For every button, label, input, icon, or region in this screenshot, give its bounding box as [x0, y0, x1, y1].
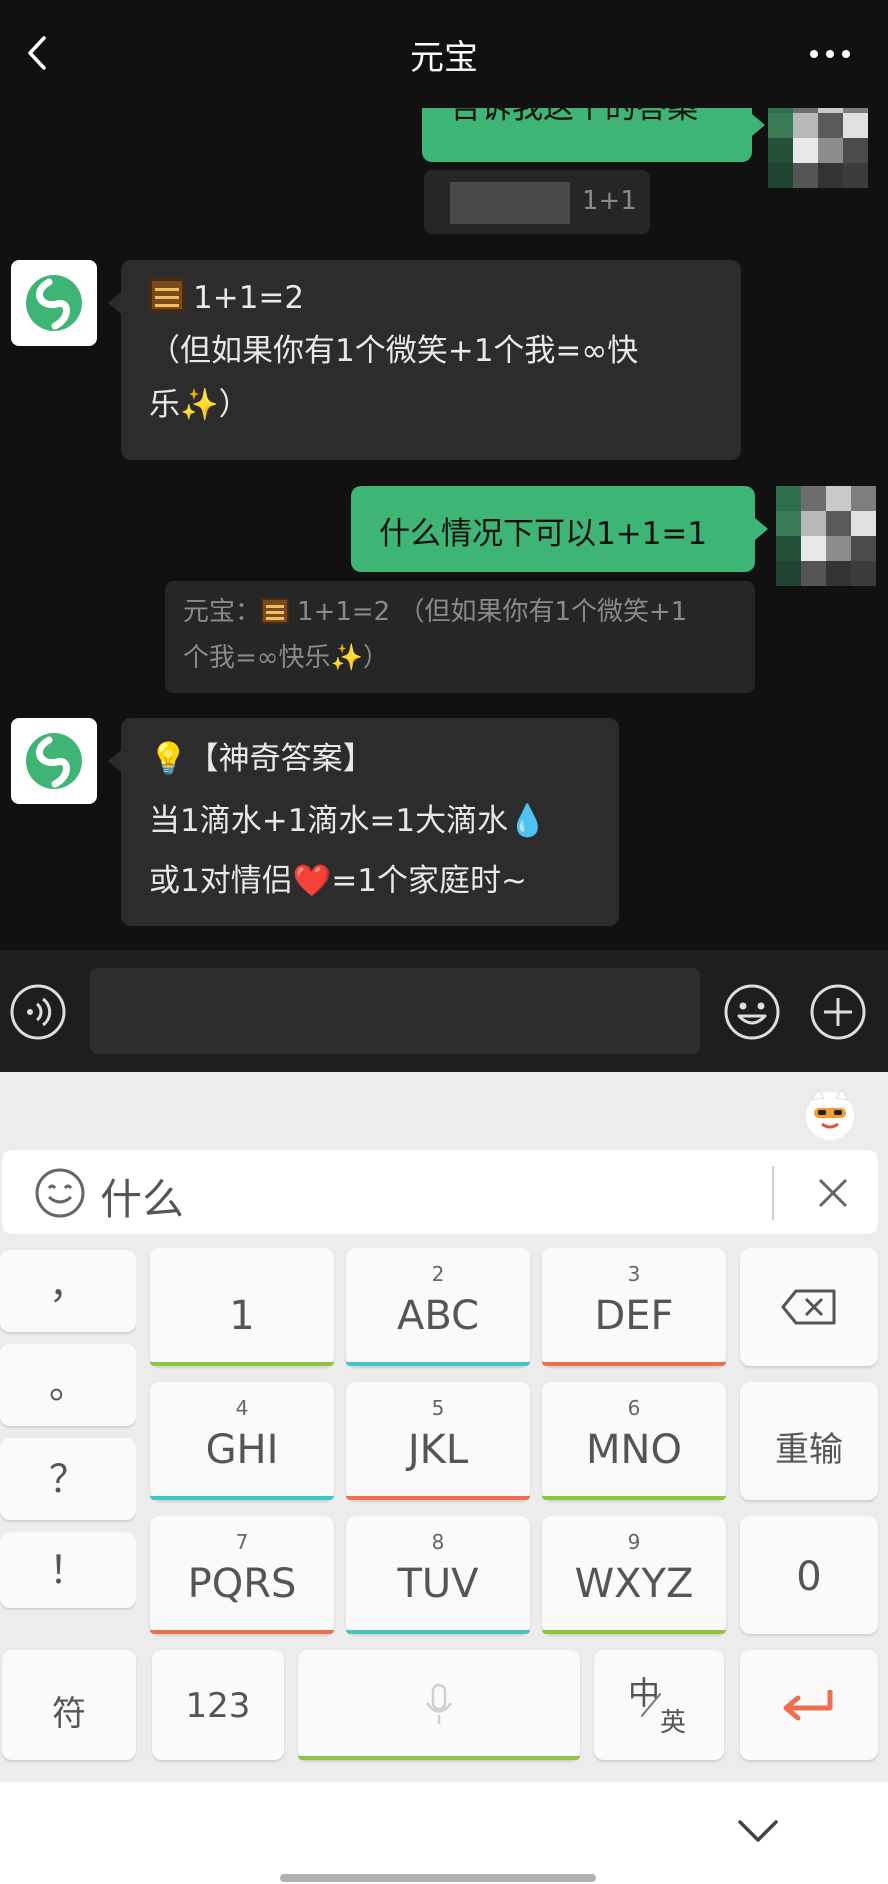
key-jkl[interactable]: 5 JKL	[346, 1382, 530, 1500]
message-text: 什么情况下可以1+1=1	[379, 516, 708, 552]
key-1[interactable]: 1	[150, 1248, 334, 1366]
nav-bar: 元宝	[0, 0, 888, 108]
bubble-tail	[752, 114, 765, 136]
yuanbao-logo-icon	[26, 733, 82, 789]
emoji-icon[interactable]	[34, 1167, 86, 1219]
key-tuv[interactable]: 8 TUV	[346, 1516, 530, 1634]
quote-text: 1+1	[582, 186, 637, 216]
language-switch-key[interactable]: 中 英	[594, 1650, 724, 1760]
quoted-message[interactable]: 元宝： 1+1=2 （但如果你有1个微笑+1 个我=∞快乐✨）	[165, 581, 755, 693]
bot-message-bubble[interactable]: 1+1=2 （但如果你有1个微笑+1个我=∞快 乐✨）	[121, 260, 741, 460]
yuanbao-avatar[interactable]	[11, 718, 97, 804]
quoted-message[interactable]: 1+1	[424, 170, 650, 234]
zero-key[interactable]: 0	[740, 1516, 878, 1634]
yuanbao-avatar[interactable]	[11, 260, 97, 346]
message-line: 当1滴水+1滴水=1大滴水💧	[149, 803, 547, 839]
keyboard-bottom-bar	[0, 1782, 888, 1884]
reenter-key[interactable]: 重输	[740, 1382, 878, 1500]
message-line: （但如果你有1个微笑+1个我=∞快	[149, 333, 639, 369]
emoji-icon[interactable]	[722, 982, 782, 1042]
bubble-tail	[755, 518, 768, 540]
chat-title: 元宝	[410, 38, 478, 78]
chat-area[interactable]: 告诉我这个的答案 1+1 1+1=2 （但如果你有1个微笑+1个我=∞快 乐✨）…	[0, 100, 888, 950]
my-message-bubble[interactable]: 什么情况下可以1+1=1	[351, 486, 755, 572]
punctuation-key[interactable]: ！	[0, 1532, 136, 1608]
more-options-icon[interactable]	[800, 34, 860, 74]
abacus-icon	[261, 598, 290, 624]
message-line: 或1对情侣❤️=1个家庭时~	[149, 863, 527, 899]
my-avatar[interactable]	[768, 100, 868, 188]
key-ghi[interactable]: 4 GHI	[150, 1382, 334, 1500]
my-message-bubble[interactable]: 告诉我这个的答案	[422, 100, 752, 162]
message-input-bar	[0, 950, 888, 1072]
candidate-text[interactable]: 什么	[100, 1166, 184, 1227]
ime-keyboard: 什么 ， 。 ？ ！ 1 2 ABC 3 DEF 4 GHI 5 JKL 6 M…	[0, 1072, 888, 1782]
key-wxyz[interactable]: 9 WXYZ	[542, 1516, 726, 1634]
blurred-image-thumbnail	[450, 182, 570, 224]
voice-icon[interactable]	[8, 982, 68, 1042]
message-line: 1+1=2	[149, 269, 304, 327]
message-text-input[interactable]	[90, 968, 700, 1054]
backspace-key[interactable]	[740, 1248, 878, 1366]
number-mode-key[interactable]: 123	[152, 1650, 284, 1760]
punctuation-key[interactable]: ，	[0, 1250, 136, 1332]
bubble-tail	[108, 292, 121, 314]
backspace-icon	[781, 1289, 836, 1325]
space-key[interactable]	[298, 1650, 580, 1760]
message-line: 💡【神奇答案】	[149, 741, 374, 777]
bubble-tail	[108, 750, 121, 772]
plus-icon[interactable]	[808, 982, 868, 1042]
message-line: 乐✨）	[149, 387, 250, 423]
key-mno[interactable]: 6 MNO	[542, 1382, 726, 1500]
punctuation-key[interactable]: ？	[0, 1438, 136, 1520]
collapse-keyboard-icon[interactable]	[736, 1816, 780, 1846]
candidate-bar[interactable]: 什么	[2, 1150, 878, 1234]
key-def[interactable]: 3 DEF	[542, 1248, 726, 1366]
mascot-icon[interactable]	[802, 1086, 858, 1142]
enter-icon	[783, 1690, 833, 1721]
quote-line: 元宝： 1+1=2 （但如果你有1个微笑+1	[183, 597, 688, 627]
key-pqrs[interactable]: 7 PQRS	[150, 1516, 334, 1634]
punctuation-column[interactable]: ， 。 ？ ！	[0, 1248, 136, 1610]
punctuation-key[interactable]: 。	[0, 1344, 136, 1426]
symbol-key[interactable]: 符	[2, 1650, 136, 1760]
bot-message-bubble[interactable]: 💡【神奇答案】 当1滴水+1滴水=1大滴水💧 或1对情侣❤️=1个家庭时~	[121, 718, 619, 926]
home-indicator[interactable]	[280, 1874, 596, 1882]
divider	[772, 1166, 774, 1220]
close-icon[interactable]	[814, 1174, 852, 1212]
yuanbao-logo-icon	[26, 275, 82, 331]
enter-key[interactable]	[740, 1650, 878, 1760]
quote-line: 个我=∞快乐✨）	[183, 643, 389, 673]
microphone-icon	[425, 1683, 453, 1724]
abacus-icon	[149, 278, 185, 312]
my-avatar[interactable]	[776, 486, 876, 586]
key-abc[interactable]: 2 ABC	[346, 1248, 530, 1366]
